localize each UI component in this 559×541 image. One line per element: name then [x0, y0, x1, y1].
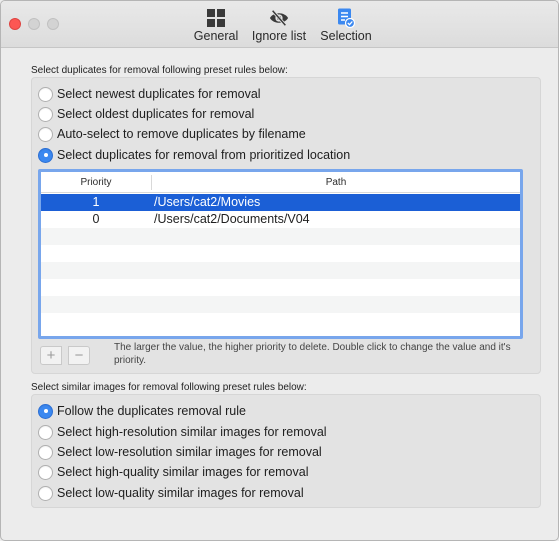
priority-hint-text: The larger the value, the higher priorit…	[114, 342, 511, 366]
empty-row	[41, 245, 520, 262]
radio-label: Select newest duplicates for removal	[57, 87, 261, 101]
path-cell[interactable]: /Users/cat2/Movies	[154, 195, 260, 209]
zoom-window-button[interactable]	[47, 18, 59, 30]
radio-oldest-duplicates[interactable]: Select oldest duplicates for removal	[38, 105, 254, 123]
close-window-button[interactable]	[9, 18, 21, 30]
radio-label: Select high-resolution similar images fo…	[57, 425, 327, 439]
tab-selection-label: Selection	[320, 29, 372, 43]
radio-high-resolution[interactable]: Select high-resolution similar images fo…	[38, 423, 327, 441]
priority-cell[interactable]: 1	[41, 195, 151, 209]
remove-location-button[interactable]: −	[68, 346, 90, 365]
toolbar: General Ignore list Selection	[1, 1, 558, 48]
radio-high-quality[interactable]: Select high-quality similar images for r…	[38, 463, 308, 481]
radio-button[interactable]	[38, 86, 53, 102]
table-row[interactable]: 1 /Users/cat2/Movies	[41, 194, 520, 211]
radio-button[interactable]	[38, 126, 53, 142]
radio-by-filename[interactable]: Auto-select to remove duplicates by file…	[38, 125, 306, 143]
add-location-button[interactable]: +	[40, 346, 62, 365]
tab-general[interactable]: General	[194, 8, 238, 46]
column-header-priority[interactable]: Priority	[41, 177, 151, 188]
table-header: Priority Path	[41, 172, 520, 193]
radio-button[interactable]	[38, 147, 53, 163]
duplicates-section-label: Select duplicates for removal following …	[31, 65, 288, 76]
radio-newest-duplicates[interactable]: Select newest duplicates for removal	[38, 85, 261, 103]
radio-button[interactable]	[38, 485, 53, 501]
empty-row	[41, 279, 520, 296]
empty-row	[41, 262, 520, 279]
radio-label: Select low-resolution similar images for…	[57, 445, 322, 459]
radio-low-resolution[interactable]: Select low-resolution similar images for…	[38, 443, 322, 461]
tab-general-label: General	[193, 29, 239, 43]
minimize-window-button[interactable]	[28, 18, 40, 30]
eye-slash-icon	[269, 8, 289, 28]
minus-icon: −	[74, 347, 84, 364]
radio-follow-duplicates-rule[interactable]: Follow the duplicates removal rule	[38, 402, 246, 420]
radio-button[interactable]	[38, 106, 53, 122]
radio-label: Auto-select to remove duplicates by file…	[57, 127, 306, 141]
priority-cell[interactable]: 0	[41, 212, 151, 226]
similar-section-label: Select similar images for removal follow…	[31, 382, 307, 393]
radio-label: Select oldest duplicates for removal	[57, 107, 255, 121]
empty-row	[41, 228, 520, 245]
radio-button[interactable]	[38, 424, 53, 440]
radio-label: Follow the duplicates removal rule	[57, 404, 246, 418]
radio-label: Select high-quality similar images for r…	[57, 465, 309, 479]
checklist-icon	[336, 8, 356, 28]
tab-selection[interactable]: Selection	[320, 8, 372, 46]
empty-row	[41, 296, 520, 313]
radio-button[interactable]	[38, 444, 53, 460]
column-header-path[interactable]: Path	[152, 177, 520, 188]
radio-label: Select duplicates for removal from prior…	[57, 148, 351, 162]
radio-low-quality[interactable]: Select low-quality similar images for re…	[38, 484, 304, 502]
tab-ignore-list[interactable]: Ignore list	[251, 8, 307, 46]
preferences-window: General Ignore list Selection Select dup…	[0, 0, 559, 541]
radio-button[interactable]	[38, 464, 53, 480]
tab-ignore-list-label: Ignore list	[251, 29, 307, 43]
empty-row	[41, 313, 520, 330]
radio-prioritized-location[interactable]: Select duplicates for removal from prior…	[38, 146, 350, 164]
table-row[interactable]: 0 /Users/cat2/Documents/V04	[41, 211, 520, 228]
radio-label: Select low-quality similar images for re…	[57, 486, 304, 500]
plus-icon: +	[46, 347, 56, 364]
grid-icon	[206, 8, 226, 28]
radio-button[interactable]	[38, 403, 53, 419]
path-cell[interactable]: /Users/cat2/Documents/V04	[154, 212, 310, 226]
priority-table[interactable]: Priority Path 1 /Users/cat2/Movies 0 /Us…	[38, 169, 523, 339]
